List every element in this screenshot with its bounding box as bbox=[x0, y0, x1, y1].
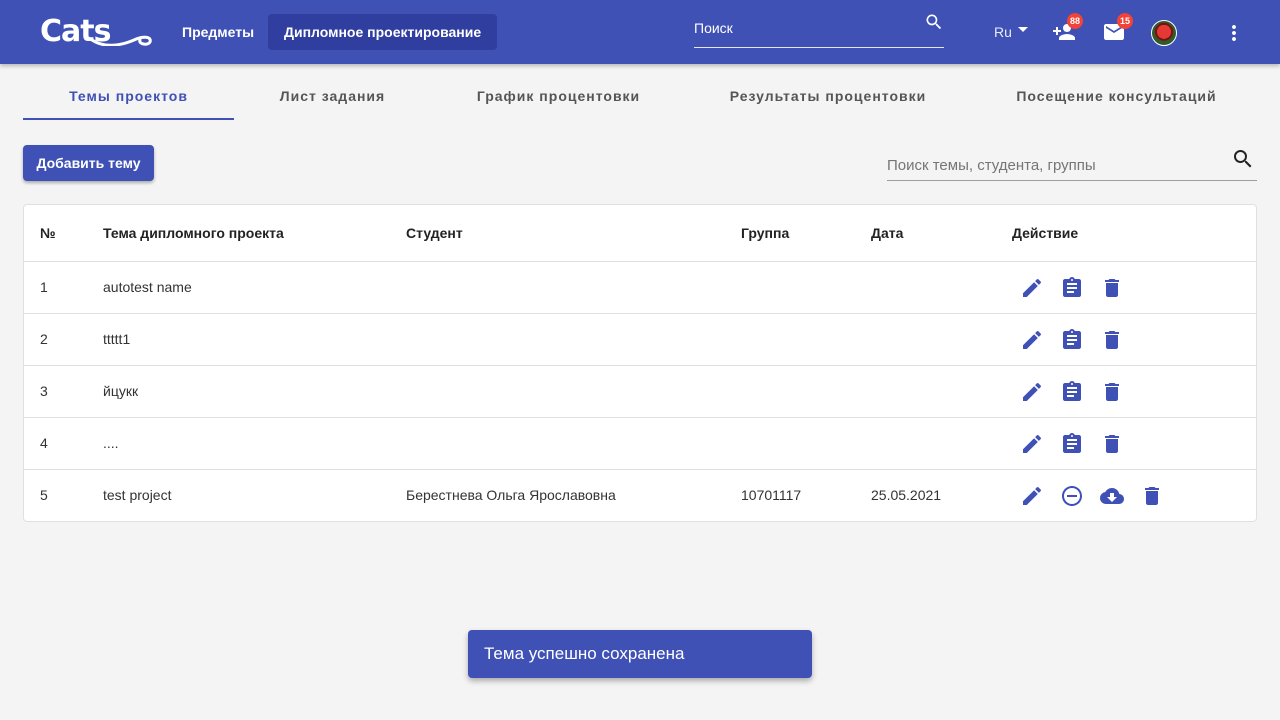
nav-subjects[interactable]: Предметы bbox=[166, 14, 270, 50]
column-group[interactable]: Группа bbox=[741, 225, 789, 241]
cell-group: 10701117 bbox=[741, 487, 802, 503]
cell-student: Берестнева Ольга Ярославовна bbox=[406, 487, 616, 503]
top-app-bar: Cats Предметы Дипломное проектирование R… bbox=[0, 0, 1280, 64]
table-row: 5 test project Берестнева Ольга Ярославо… bbox=[24, 470, 1256, 521]
delete-icon[interactable] bbox=[1100, 328, 1124, 352]
remove-circle-icon[interactable] bbox=[1060, 484, 1084, 508]
more-vert-icon[interactable] bbox=[1222, 21, 1246, 45]
cell-number: 4 bbox=[40, 435, 48, 451]
column-date[interactable]: Дата bbox=[871, 225, 903, 241]
cats-logo[interactable]: Cats bbox=[40, 14, 156, 50]
project-tabs: Темы проектов Лист задания График процен… bbox=[23, 72, 1257, 120]
cell-topic: .... bbox=[103, 435, 119, 451]
tab-percentage-results[interactable]: Результаты процентовки bbox=[686, 72, 970, 120]
chevron-down-icon[interactable] bbox=[1018, 27, 1028, 32]
assignment-icon[interactable] bbox=[1060, 276, 1084, 300]
column-action: Действие bbox=[1012, 225, 1079, 241]
edit-icon[interactable] bbox=[1020, 432, 1044, 456]
column-topic[interactable]: Тема дипломного проекта bbox=[103, 225, 284, 241]
messages-button[interactable]: 15 bbox=[1102, 13, 1133, 44]
topics-table: № Тема дипломного проекта Студент Группа… bbox=[23, 204, 1257, 522]
global-search-input[interactable] bbox=[694, 16, 914, 40]
cell-topic: ttttt1 bbox=[103, 331, 131, 347]
column-number: № bbox=[40, 225, 56, 241]
search-icon[interactable] bbox=[1231, 147, 1255, 171]
logo-swoosh-icon bbox=[90, 35, 152, 46]
cell-topic: йцукк bbox=[103, 383, 139, 399]
topic-search bbox=[887, 145, 1257, 181]
cell-topic: autotest name bbox=[103, 279, 192, 295]
cell-number: 3 bbox=[40, 383, 48, 399]
notifications-badge: 88 bbox=[1067, 13, 1083, 29]
search-icon[interactable] bbox=[924, 12, 944, 32]
assignment-icon[interactable] bbox=[1060, 380, 1084, 404]
edit-icon[interactable] bbox=[1020, 328, 1044, 352]
table-row: 1 autotest name bbox=[24, 262, 1256, 314]
global-search bbox=[694, 12, 944, 48]
table-row: 4 .... bbox=[24, 418, 1256, 470]
language-select[interactable]: Ru bbox=[994, 24, 1012, 40]
cloud-download-icon[interactable] bbox=[1100, 484, 1124, 508]
assignment-icon[interactable] bbox=[1060, 328, 1084, 352]
edit-icon[interactable] bbox=[1020, 276, 1044, 300]
delete-icon[interactable] bbox=[1140, 484, 1164, 508]
nav-diploma-design[interactable]: Дипломное проектирование bbox=[268, 14, 498, 50]
cell-date: 25.05.2021 bbox=[871, 487, 942, 503]
add-person-button[interactable]: 88 bbox=[1052, 13, 1083, 44]
edit-icon[interactable] bbox=[1020, 484, 1044, 508]
table-row: 3 йцукк bbox=[24, 366, 1256, 418]
avatar[interactable] bbox=[1151, 20, 1177, 46]
cell-number: 5 bbox=[40, 487, 48, 503]
cell-topic: test project bbox=[103, 487, 172, 503]
delete-icon[interactable] bbox=[1100, 276, 1124, 300]
add-topic-button[interactable]: Добавить тему bbox=[23, 145, 154, 181]
assignment-icon[interactable] bbox=[1060, 432, 1084, 456]
table-row: 2 ttttt1 bbox=[24, 314, 1256, 366]
tab-project-topics[interactable]: Темы проектов bbox=[23, 72, 234, 120]
cell-number: 2 bbox=[40, 331, 48, 347]
delete-icon[interactable] bbox=[1100, 432, 1124, 456]
table-header: № Тема дипломного проекта Студент Группа… bbox=[24, 205, 1256, 262]
delete-icon[interactable] bbox=[1100, 380, 1124, 404]
edit-icon[interactable] bbox=[1020, 380, 1044, 404]
tab-consultation-attendance[interactable]: Посещение консультаций bbox=[970, 72, 1263, 120]
cell-number: 1 bbox=[40, 279, 48, 295]
column-student[interactable]: Студент bbox=[406, 225, 463, 241]
snackbar-message: Тема успешно сохранена bbox=[468, 630, 812, 678]
topic-search-input[interactable] bbox=[887, 155, 1217, 175]
tab-percentage-schedule[interactable]: График процентовки bbox=[431, 72, 686, 120]
tab-task-sheet[interactable]: Лист задания bbox=[234, 72, 431, 120]
messages-badge: 15 bbox=[1117, 13, 1133, 29]
